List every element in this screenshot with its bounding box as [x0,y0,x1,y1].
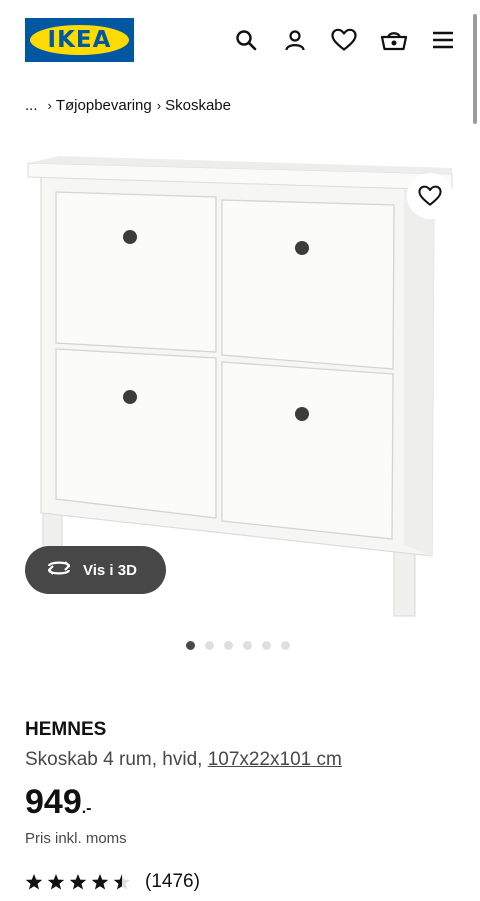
breadcrumb-ellipsis[interactable]: ... [25,97,38,114]
star-icon [69,874,87,890]
star-icon [25,874,43,890]
price-suffix: .- [81,800,92,817]
gallery-dot[interactable] [281,641,290,650]
gallery-dot[interactable] [186,641,195,650]
product-price: 949 .- [25,783,92,821]
gallery-pagination [186,641,290,650]
star-icon [91,874,109,890]
breadcrumb: ... › Tøjopbevaring › Skoskabe [25,95,231,115]
gallery-dot[interactable] [205,641,214,650]
logo-text: IKEA [47,27,112,53]
menu-icon[interactable] [427,24,459,56]
price-value: 949 [25,783,82,821]
basket-icon[interactable] [378,24,410,56]
breadcrumb-item-clothing-storage[interactable]: Tøjopbevaring [56,97,152,114]
breadcrumb-item-shoe-cabinets[interactable]: Skoskabe [165,97,231,114]
rotate-3d-icon [45,558,73,583]
gallery-dot[interactable] [243,641,252,650]
star-icon [113,874,131,890]
save-to-favourites-button[interactable] [407,173,453,219]
gallery-dot[interactable] [262,641,271,650]
product-description: Skoskab 4 rum, hvid, 107x22x101 cm [25,749,342,771]
vat-note: Pris inkl. moms [25,830,127,847]
search-icon[interactable] [230,24,262,56]
scrollbar[interactable] [473,14,477,124]
heart-icon[interactable] [328,24,360,56]
header: IKEA [0,0,480,80]
product-type: Skoskab 4 rum, hvid, [25,749,203,770]
star-icon [47,874,65,890]
product-name: HEMNES [25,719,107,740]
ikea-logo[interactable]: IKEA [25,18,134,62]
view-in-3d-label: Vis i 3D [83,561,137,579]
product-dimensions-link[interactable]: 107x22x101 cm [208,749,342,770]
view-in-3d-button[interactable]: Vis i 3D [25,546,166,594]
rating-stars[interactable]: (1476) [25,871,200,893]
user-icon[interactable] [279,24,311,56]
review-count: (1476) [145,871,200,892]
chevron-right-icon: › [47,97,52,113]
gallery-dot[interactable] [224,641,233,650]
chevron-right-icon: › [156,97,162,113]
